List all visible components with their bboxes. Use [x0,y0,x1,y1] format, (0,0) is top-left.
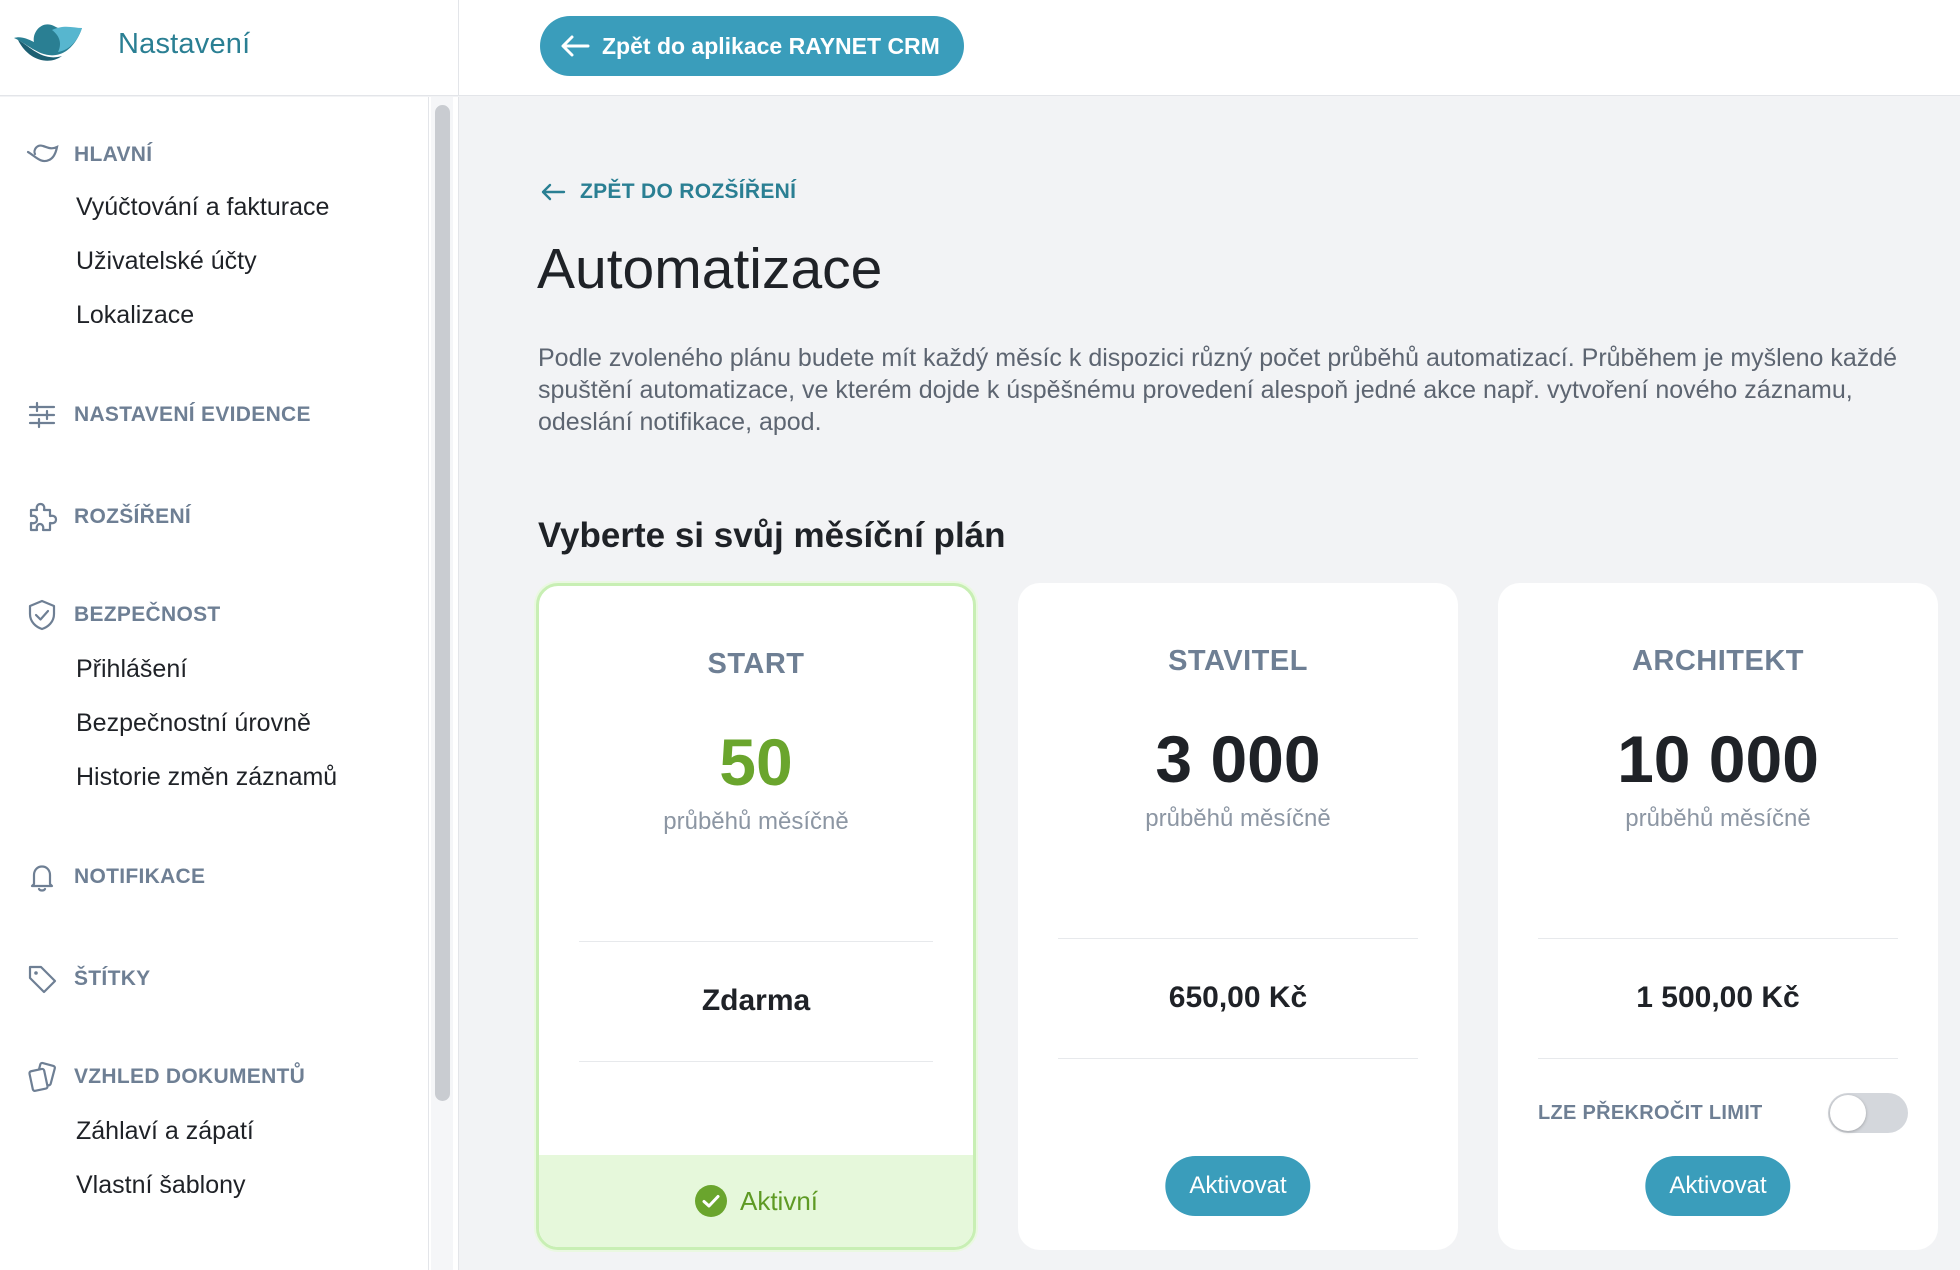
plan-status-label: Aktivní [739,1185,819,1216]
plan-runs: 10 000 [1617,722,1819,796]
toggle-knob [1830,1095,1866,1131]
bird-icon [24,137,60,173]
plan-status-active: Aktivní [539,1155,973,1247]
sidebar-item-header-footer[interactable]: Záhlaví a zápatí [76,1117,254,1146]
check-circle-icon [694,1185,727,1217]
activate-button[interactable]: Aktivovat [1165,1156,1311,1216]
plan-name: START [707,648,805,680]
overlimit-label: LZE PŘEKROČIT LIMIT [1538,1101,1763,1124]
overlimit-row: LZE PŘEKROČIT LIMIT [1538,1093,1908,1133]
divider [1058,938,1418,939]
sidebar-section-security[interactable]: BEZPEČNOST [24,597,221,633]
divider [1058,1058,1418,1059]
divider [579,1061,933,1062]
sidebar-item-localization[interactable]: Lokalizace [76,301,194,330]
brand: Nastavení [0,0,459,96]
back-to-app-label: Zpět do aplikace RAYNET CRM [602,32,940,59]
sidebar-item-custom-templates[interactable]: Vlastní šablony [76,1171,246,1200]
sidebar-section-extensions[interactable]: ROZŠÍŘENÍ [24,499,191,535]
back-to-extensions-link[interactable]: ZPĚT DO ROZŠÍŘENÍ [540,180,796,204]
sidebar-section-label: BEZPEČNOST [74,603,221,626]
sliders-icon [24,397,60,433]
sidebar-section-label: NOTIFIKACE [74,865,206,888]
sidebar-scrollbar-thumb[interactable] [435,105,450,1101]
plan-price: 1 500,00 Kč [1636,981,1800,1014]
activate-button[interactable]: Aktivovat [1645,1156,1791,1216]
overlimit-toggle[interactable] [1828,1093,1908,1133]
arrow-left-icon [541,183,566,201]
divider [1538,938,1898,939]
sidebar-section-main[interactable]: HLAVNÍ [24,137,152,173]
divider [1538,1058,1898,1059]
page-description: Podle zvoleného plánu budete mít každý m… [538,344,1898,436]
sidebar-section-label: HLAVNÍ [74,143,153,166]
plan-heading: Vyberte si svůj měsíční plán [538,516,1006,555]
raynet-logo-icon[interactable] [12,20,84,68]
tag-icon [24,961,60,997]
plan-name: STAVITEL [1168,645,1308,677]
plan-price: 650,00 Kč [1168,981,1308,1014]
plan-price: Zdarma [701,984,811,1017]
bell-icon [24,859,60,895]
sidebar-section-label: ROZŠÍŘENÍ [74,505,192,528]
arrow-left-icon [561,35,590,57]
shield-icon [24,597,60,633]
divider [579,941,933,942]
sidebar-section-notifications[interactable]: NOTIFIKACE [24,859,205,895]
sidebar-section-label: VZHLED DOKUMENTŮ [74,1065,306,1088]
documents-icon [24,1059,60,1095]
sidebar-item-security-levels[interactable]: Bezpečnostní úrovně [76,709,311,738]
plan-runs: 3 000 [1155,722,1321,796]
plan-name: ARCHITEKT [1631,645,1805,677]
plan-runs: 50 [719,725,793,799]
sidebar-item-user-accounts[interactable]: Uživatelské účty [76,247,257,276]
sidebar-section-records[interactable]: NASTAVENÍ EVIDENCE [24,397,311,433]
puzzle-icon [24,499,60,535]
page-title: Automatizace [537,237,883,301]
sidebar: HLAVNÍ Vyúčtování a fakturace Uživatelsk… [0,97,459,1270]
sidebar-section-label: ŠTÍTKY [74,967,151,990]
plan-card-architekt: ARCHITEKT 10 000 průběhů měsíčně 1 500,0… [1498,583,1938,1250]
breadcrumb-label: ZPĚT DO ROZŠÍŘENÍ [580,180,797,203]
plan-runs-unit: průběhů měsíčně [1145,805,1331,832]
sidebar-item-billing[interactable]: Vyúčtování a fakturace [76,193,329,222]
plan-card-start: START 50 průběhů měsíčně Zdarma Aktivní [536,583,976,1250]
plan-card-stavitel: STAVITEL 3 000 průběhů měsíčně 650,00 Kč… [1018,583,1458,1250]
sidebar-item-change-history[interactable]: Historie změn záznamů [76,763,337,792]
back-to-app-button[interactable]: Zpět do aplikace RAYNET CRM [540,16,964,76]
plan-runs-unit: průběhů měsíčně [663,808,849,835]
plan-runs-unit: průběhů měsíčně [1625,805,1811,832]
sidebar-divider [428,97,429,1270]
sidebar-item-login[interactable]: Přihlášení [76,655,187,684]
sidebar-section-label: NASTAVENÍ EVIDENCE [74,403,311,426]
sidebar-section-documents[interactable]: VZHLED DOKUMENTŮ [24,1059,305,1095]
app-title: Nastavení [118,28,251,60]
sidebar-section-tags[interactable]: ŠTÍTKY [24,961,150,997]
top-bar: Nastavení Zpět do aplikace RAYNET CRM [0,0,1960,96]
